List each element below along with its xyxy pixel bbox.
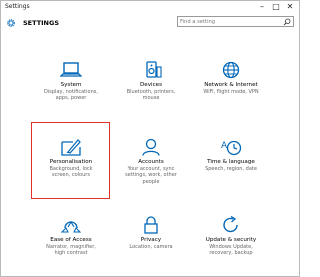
laptop-icon bbox=[60, 62, 82, 77]
svg-text:A: A bbox=[221, 141, 228, 151]
settings-window: Settings – □ ✕ SETTINGS System Display, … bbox=[0, 0, 300, 277]
tile-time-language[interactable]: A Time & language Speech, region, date bbox=[186, 138, 276, 172]
page-title: SETTINGS bbox=[23, 19, 60, 27]
tile-devices-name: Devices bbox=[139, 82, 163, 88]
tile-ease-of-access-desc-line2: high contrast bbox=[54, 250, 88, 257]
update-icon bbox=[223, 216, 238, 233]
person-icon bbox=[142, 138, 160, 156]
tile-time-language-desc-line1: Speech, region, date bbox=[205, 166, 257, 172]
tile-devices-desc-line2: mouse bbox=[142, 95, 160, 102]
tile-network-name: Network & Internet bbox=[204, 82, 258, 88]
devices-icon bbox=[146, 61, 162, 78]
window-title: Settings bbox=[5, 3, 30, 10]
tile-devices[interactable]: Devices Bluetooth, printers, mouse bbox=[106, 61, 196, 102]
close-button[interactable]: ✕ bbox=[283, 1, 297, 13]
tile-system-desc-line2: apps, power bbox=[55, 95, 87, 102]
tile-system[interactable]: System Display, notifications, apps, pow… bbox=[26, 61, 116, 102]
maximize-button[interactable]: □ bbox=[269, 1, 283, 13]
tile-ease-of-access-name: Ease of Access bbox=[50, 237, 92, 243]
tile-update-security[interactable]: Update & security Windows Update, recove… bbox=[186, 216, 276, 257]
tile-privacy-desc-line1: Location, camera bbox=[129, 244, 173, 250]
tile-ease-of-access[interactable]: Ease of Access Narrator, magnifier, high… bbox=[26, 216, 116, 257]
personalisation-highlight-box bbox=[31, 122, 110, 199]
tile-update-security-name: Update & security bbox=[205, 237, 257, 243]
tile-system-name: System bbox=[60, 82, 82, 88]
tile-time-language-name: Time & language bbox=[207, 159, 255, 165]
search-input[interactable] bbox=[180, 17, 276, 26]
minimize-button[interactable]: – bbox=[255, 1, 269, 13]
ease-of-access-icon bbox=[60, 220, 82, 233]
time-language-icon: A bbox=[221, 140, 242, 156]
search-box[interactable] bbox=[177, 16, 294, 27]
tile-accounts[interactable]: Accounts Your account, sync settings, wo… bbox=[106, 138, 196, 185]
globe-icon bbox=[222, 61, 240, 79]
tile-update-security-desc-line2: recovery, backup bbox=[209, 250, 253, 257]
gear-icon bbox=[7, 19, 15, 27]
tile-privacy[interactable]: Privacy Location, camera bbox=[106, 216, 196, 250]
tile-network-desc-line1: WiFi, flight mode, VPN bbox=[203, 89, 259, 95]
title-bar: Settings – □ ✕ bbox=[1, 1, 299, 15]
tile-accounts-name: Accounts bbox=[138, 159, 164, 165]
tile-privacy-name: Privacy bbox=[140, 237, 162, 243]
tile-network-internet[interactable]: Network & Internet WiFi, flight mode, VP… bbox=[186, 61, 276, 95]
search-icon[interactable] bbox=[283, 18, 291, 26]
tile-accounts-desc-line3: people bbox=[142, 178, 160, 185]
lock-icon bbox=[144, 216, 158, 234]
